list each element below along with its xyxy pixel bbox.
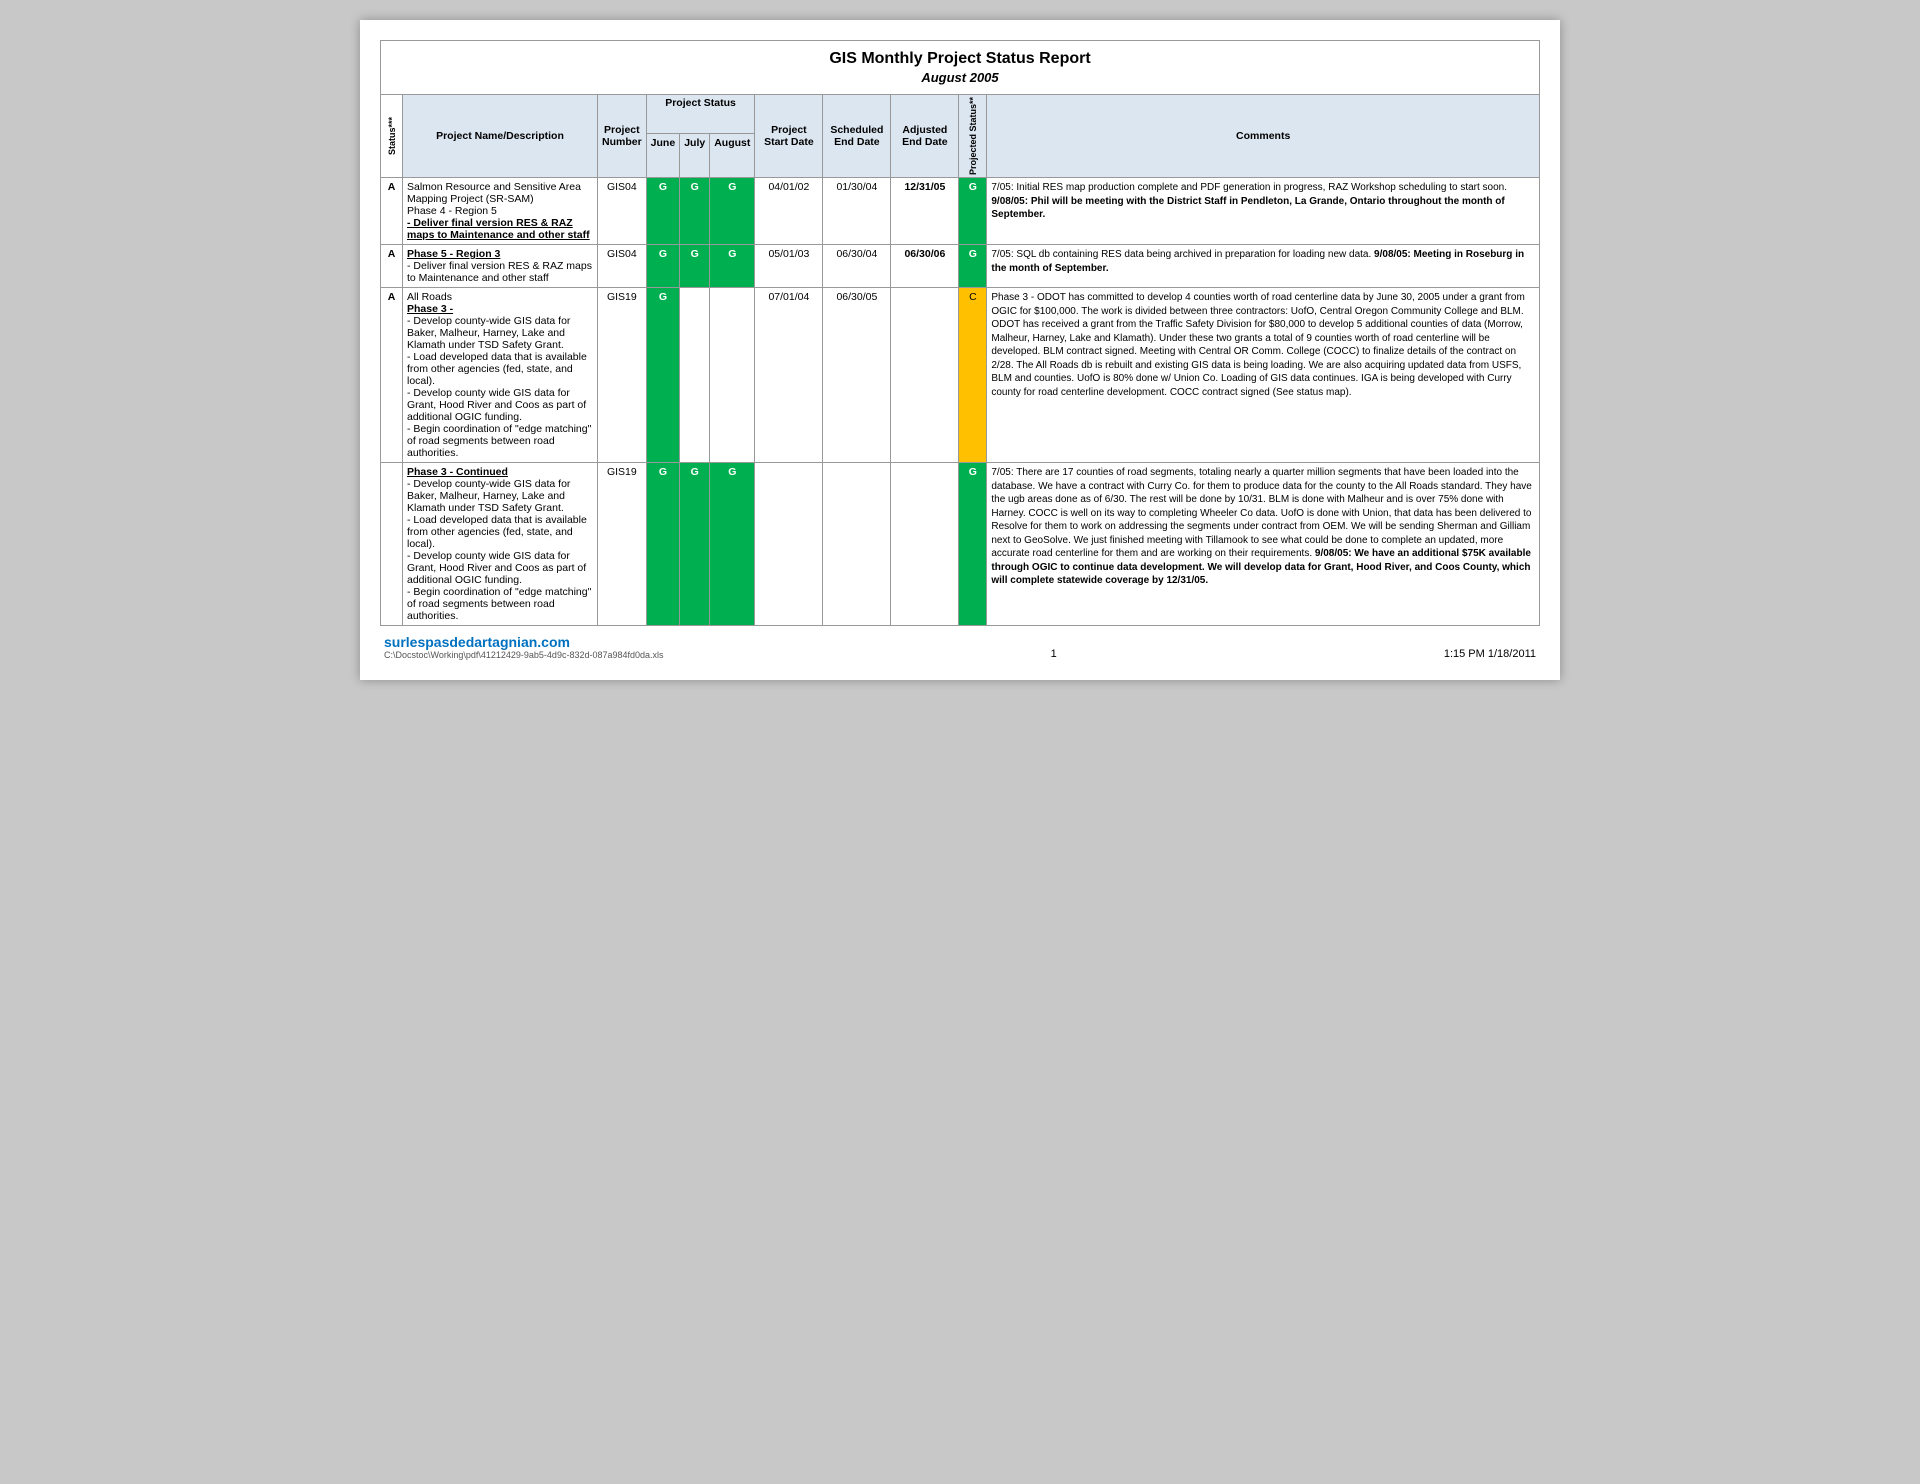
footer-page: 1 — [1051, 648, 1057, 660]
row-project-name: Salmon Resource and Sensitive Area Mappi… — [403, 178, 598, 245]
row-start-date: 07/01/04 — [755, 288, 823, 463]
report-table: GIS Monthly Project Status Report August… — [380, 40, 1540, 626]
adjusted-end-header: Adjusted End Date — [891, 95, 959, 178]
row-comment: 7/05: There are 17 counties of road segm… — [987, 463, 1540, 626]
row-projected-status: G — [959, 178, 987, 245]
footer-brand: surlespasdedartagnian.com C:\Docstoc\Wor… — [384, 634, 664, 660]
comments-header: Comments — [987, 95, 1540, 178]
table-row: ASalmon Resource and Sensitive Area Mapp… — [381, 178, 1540, 245]
row-comment: Phase 3 - ODOT has committed to develop … — [987, 288, 1540, 463]
row-comment: 7/05: Initial RES map production complet… — [987, 178, 1540, 245]
row-status: A — [381, 178, 403, 245]
row-project-number: GIS19 — [598, 288, 647, 463]
row-projected-status: G — [959, 463, 987, 626]
title-row: GIS Monthly Project Status Report August… — [381, 41, 1540, 95]
table-row: Phase 3 - Continued- Develop county-wide… — [381, 463, 1540, 626]
row-august-status: G — [710, 463, 755, 626]
start-date-header: Project Start Date — [755, 95, 823, 178]
row-adjusted-end — [891, 288, 959, 463]
report-subtitle: August 2005 — [385, 70, 1535, 91]
project-number-header: Project Number — [598, 95, 647, 178]
row-comment: 7/05: SQL db containing RES data being a… — [987, 245, 1540, 288]
row-adjusted-end: 12/31/05 — [891, 178, 959, 245]
project-status-header-row: Status*** Project Name/Description Proje… — [381, 95, 1540, 134]
june-header: June — [646, 134, 680, 178]
row-july-status: G — [680, 178, 710, 245]
row-project-name: Phase 5 - Region 3- Deliver final versio… — [403, 245, 598, 288]
row-start-date — [755, 463, 823, 626]
filepath-text: C:\Docstoc\Working\pdf\41212429-9ab5-4d9… — [384, 650, 664, 660]
row-adjusted-end: 06/30/06 — [891, 245, 959, 288]
row-august-status: G — [710, 245, 755, 288]
table-row: APhase 5 - Region 3- Deliver final versi… — [381, 245, 1540, 288]
row-adjusted-end — [891, 463, 959, 626]
row-status: A — [381, 245, 403, 288]
row-june-status: G — [646, 288, 680, 463]
report-title: GIS Monthly Project Status Report — [385, 44, 1535, 70]
footer-bar: surlespasdedartagnian.com C:\Docstoc\Wor… — [380, 634, 1540, 660]
page-number: 1 — [1051, 648, 1057, 660]
row-projected-status: C — [959, 288, 987, 463]
row-project-name: All RoadsPhase 3 -- Develop county-wide … — [403, 288, 598, 463]
row-scheduled-end: 01/30/04 — [823, 178, 891, 245]
brand-text: surlespasdedartagnian.com — [384, 634, 664, 650]
row-august-status: G — [710, 178, 755, 245]
project-status-group-header: Project Status — [646, 95, 755, 134]
row-project-number: GIS19 — [598, 463, 647, 626]
row-project-number: GIS04 — [598, 178, 647, 245]
row-status — [381, 463, 403, 626]
projected-status-header: Projected Status** — [959, 95, 987, 178]
row-scheduled-end — [823, 463, 891, 626]
row-july-status — [680, 288, 710, 463]
row-start-date: 05/01/03 — [755, 245, 823, 288]
row-july-status: G — [680, 463, 710, 626]
row-june-status: G — [646, 463, 680, 626]
row-status: A — [381, 288, 403, 463]
row-june-status: G — [646, 245, 680, 288]
row-projected-status: G — [959, 245, 987, 288]
project-name-header: Project Name/Description — [403, 95, 598, 178]
row-scheduled-end: 06/30/04 — [823, 245, 891, 288]
row-july-status: G — [680, 245, 710, 288]
scheduled-end-header: Scheduled End Date — [823, 95, 891, 178]
row-start-date: 04/01/02 — [755, 178, 823, 245]
august-header: August — [710, 134, 755, 178]
page-container: GIS Monthly Project Status Report August… — [360, 20, 1560, 680]
table-row: AAll RoadsPhase 3 -- Develop county-wide… — [381, 288, 1540, 463]
footer-datetime: 1:15 PM 1/18/2011 — [1444, 648, 1536, 660]
july-header: July — [680, 134, 710, 178]
row-june-status: G — [646, 178, 680, 245]
row-project-name: Phase 3 - Continued- Develop county-wide… — [403, 463, 598, 626]
row-august-status — [710, 288, 755, 463]
status-header: Status*** — [381, 95, 403, 178]
row-project-number: GIS04 — [598, 245, 647, 288]
row-scheduled-end: 06/30/05 — [823, 288, 891, 463]
